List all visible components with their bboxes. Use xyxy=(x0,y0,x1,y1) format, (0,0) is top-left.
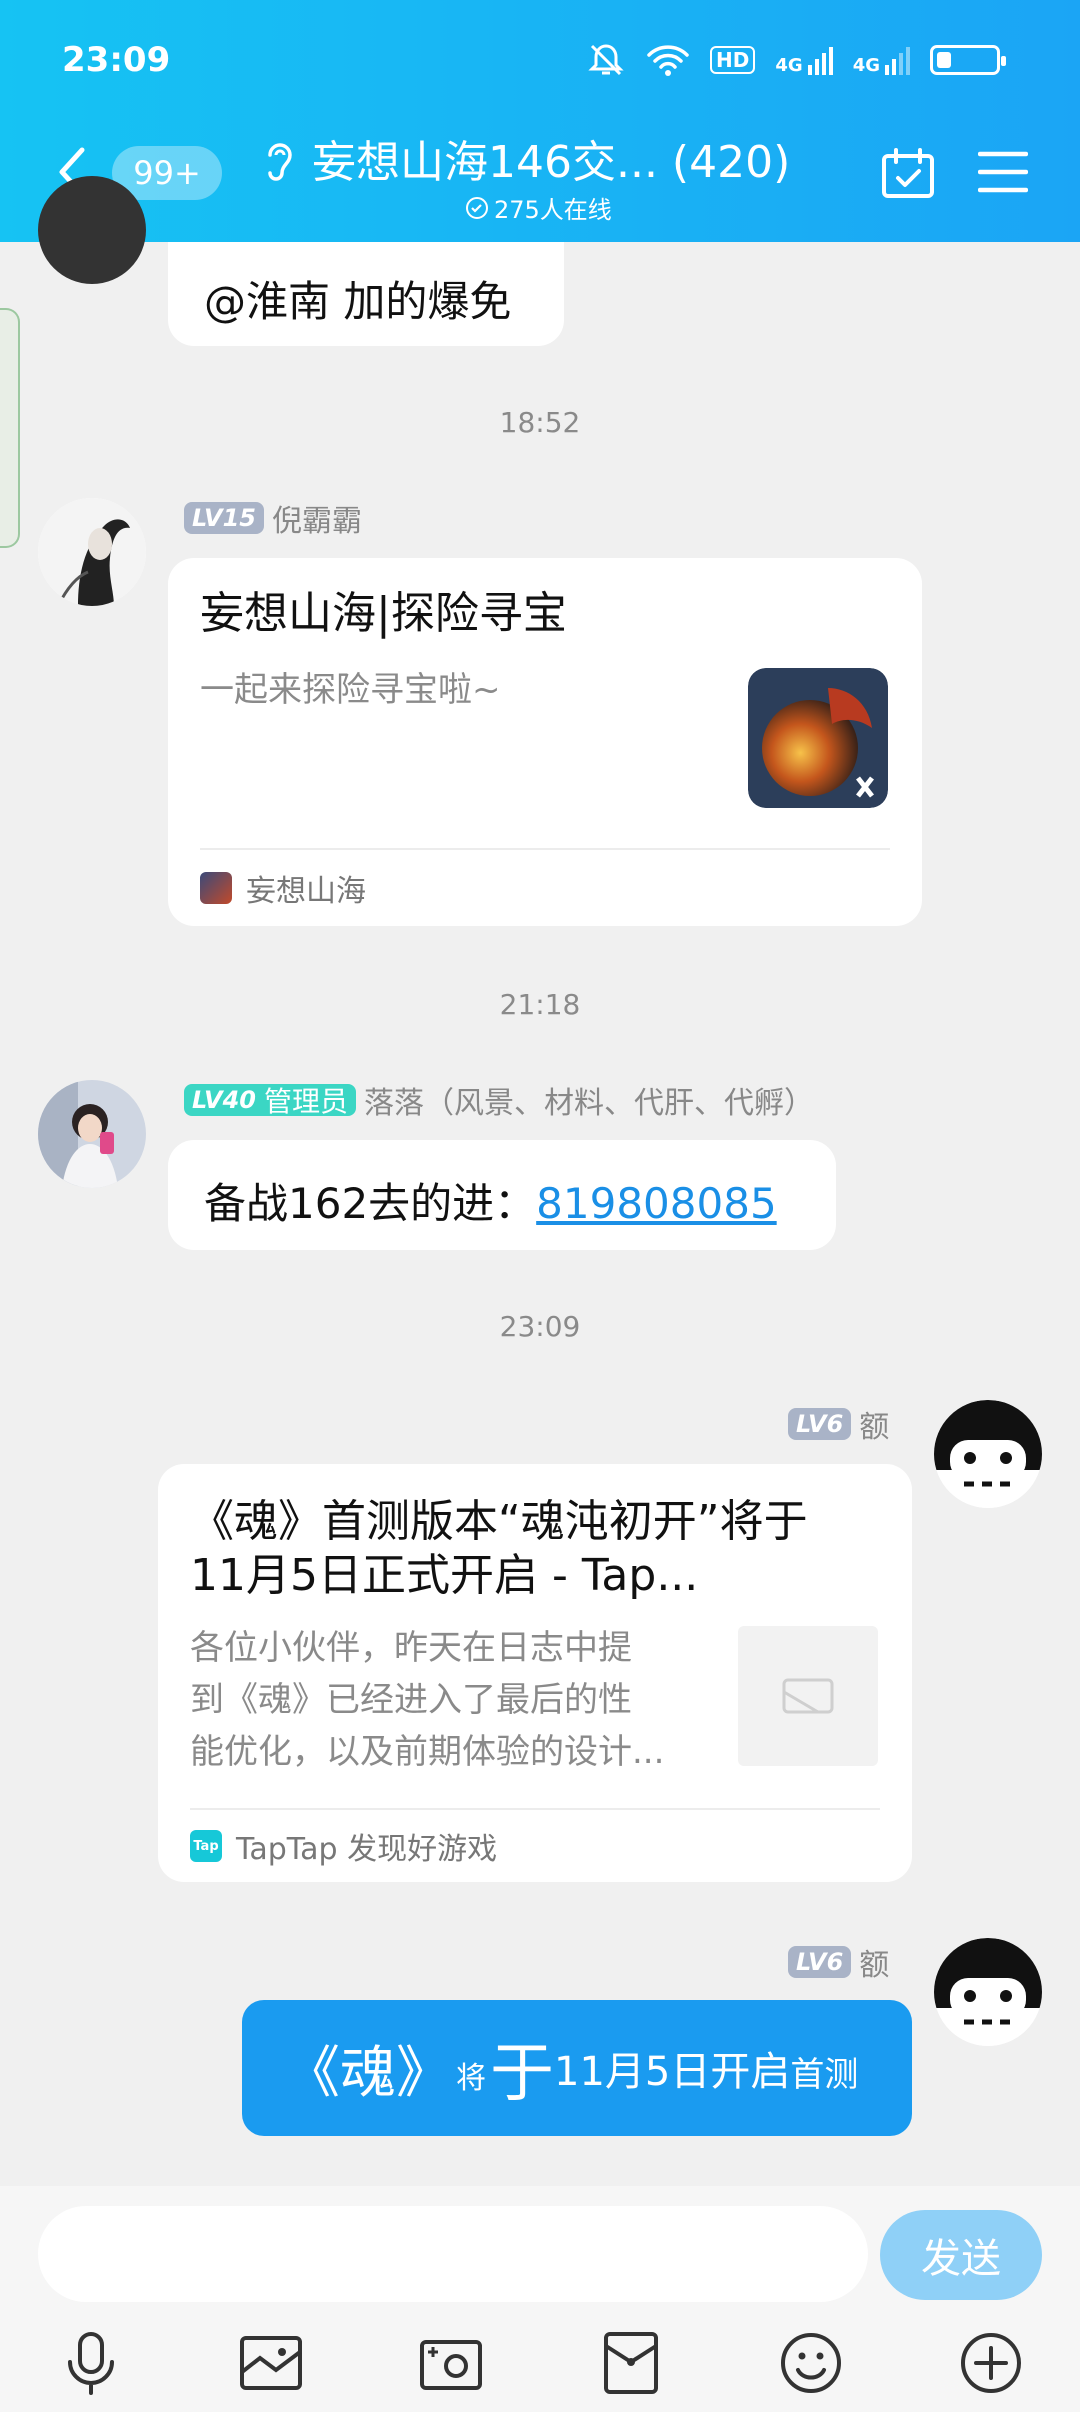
battery-icon xyxy=(930,45,1006,75)
online-count-label: 275人在线 xyxy=(494,196,612,224)
status-time: 23:09 xyxy=(62,40,171,80)
taptap-icon: Tap xyxy=(190,1830,222,1862)
self-avatar[interactable] xyxy=(934,1400,1042,1508)
camera-icon[interactable] xyxy=(416,2328,486,2398)
card-description-line-3: 能优化，以及前期体验的设计... xyxy=(190,1732,665,1772)
status-icons: HD 4G 4G xyxy=(586,42,1006,78)
battery-level xyxy=(937,52,951,68)
self-message-bubble[interactable]: 《魂》 将 于 11月5日开启 首测 xyxy=(242,2000,912,2136)
card-divider xyxy=(200,848,890,850)
level-badge: LV40 xyxy=(184,1084,264,1116)
card-description: 一起来探险寻宝啦~ xyxy=(200,670,501,710)
message-input[interactable] xyxy=(38,2206,868,2302)
calendar-check-icon[interactable] xyxy=(880,148,936,200)
sender-info: LV40 管理员 落落（风景、材料、代肝、代孵） xyxy=(184,1078,814,1122)
share-card[interactable]: 妄想山海|探险寻宝 一起来探险寻宝啦~ 妄想山海 xyxy=(168,558,922,926)
red-packet-icon[interactable] xyxy=(596,2328,666,2398)
online-count[interactable]: 275人在线 xyxy=(466,190,612,225)
mic-icon[interactable] xyxy=(56,2328,126,2398)
sender-info: LV6 额 xyxy=(788,1940,889,1984)
text-part-2: 将 xyxy=(456,2061,486,2096)
card-source: Tap TapTap 发现好游戏 xyxy=(190,1824,497,1868)
group-number-link[interactable]: 819808085 xyxy=(536,1179,777,1228)
text-part-5: 首测 xyxy=(790,2054,859,2095)
robot-avatar-icon xyxy=(934,1400,1042,1508)
ear-icon[interactable] xyxy=(258,135,298,185)
signal-2: 4G xyxy=(853,45,910,75)
timestamp: 21:18 xyxy=(499,988,581,1021)
card-thumbnail-placeholder xyxy=(738,1626,878,1766)
message-text: 备战162去的进：819808085 xyxy=(204,1170,777,1231)
chat-header: 23:09 HD 4G 4G 99+ 妄想山海146交... (420) 275… xyxy=(0,0,1080,242)
signal-bars-weak-icon xyxy=(885,47,910,75)
message-body: 备战162去的进： xyxy=(204,1179,537,1228)
mute-bell-icon xyxy=(588,44,624,76)
group-title[interactable]: 妄想山海146交... (420) xyxy=(312,126,790,190)
network-type-1: 4G xyxy=(775,55,803,76)
sender-info: LV6 额 xyxy=(788,1402,889,1446)
text-part-4: 11月5日开启 xyxy=(554,2049,791,2095)
signal-1: 4G xyxy=(775,45,833,76)
card-description-line-1: 各位小伙伴，昨天在日志中提 xyxy=(190,1628,632,1668)
level-role-badge: LV40 管理员 xyxy=(184,1084,356,1118)
timestamp: 18:52 xyxy=(499,406,581,439)
sender-name[interactable]: 额 xyxy=(859,1940,889,1984)
timestamp: 23:09 xyxy=(499,1310,581,1343)
message-bubble[interactable]: 备战162去的进：819808085 xyxy=(168,1140,836,1250)
card-title-line-1: 《魂》首测版本“魂沌初开”将于 xyxy=(190,1496,808,1547)
sender-name[interactable]: 落落（风景、材料、代肝、代孵） xyxy=(364,1078,814,1122)
avatar[interactable] xyxy=(38,498,146,606)
text-part-1: 《魂》 xyxy=(284,2040,452,2106)
card-description-line-2: 到《魂》已经进入了最后的性 xyxy=(190,1680,632,1720)
card-thumbnail xyxy=(748,668,888,808)
robot-avatar-icon xyxy=(934,1938,1042,2046)
message-text: @淮南 加的爆免 xyxy=(204,277,512,326)
wifi-icon xyxy=(647,45,689,76)
send-button[interactable]: 发送 xyxy=(880,2210,1042,2300)
avatar[interactable] xyxy=(38,1080,146,1188)
share-card[interactable]: 《魂》首测版本“魂沌初开”将于 11月5日正式开启 - Tap... 各位小伙伴… xyxy=(158,1464,912,1882)
self-avatar[interactable] xyxy=(934,1938,1042,2046)
text-part-3: 于 xyxy=(490,2037,554,2111)
card-source: 妄想山海 xyxy=(200,866,366,910)
signal-bars-icon xyxy=(807,47,833,75)
level-badge: LV15 xyxy=(184,502,264,534)
level-badge: LV6 xyxy=(788,1946,852,1978)
network-type-2: 4G xyxy=(852,55,880,76)
app-icon xyxy=(200,872,232,904)
plus-icon[interactable] xyxy=(956,2328,1026,2398)
self-message-text: 《魂》 将 于 11月5日开启 首测 xyxy=(284,2000,858,2136)
avatar-image xyxy=(38,498,146,606)
hd-badge: HD xyxy=(710,46,756,74)
image-placeholder-icon xyxy=(782,1678,834,1714)
avatar[interactable] xyxy=(38,176,146,284)
emoji-icon[interactable] xyxy=(776,2328,846,2398)
menu-icon[interactable] xyxy=(978,150,1028,194)
card-divider xyxy=(190,1808,880,1810)
sender-name[interactable]: 额 xyxy=(859,1402,889,1446)
sender-name[interactable]: 倪霸霸 xyxy=(272,496,362,540)
message-bubble[interactable]: @淮南 加的爆免 xyxy=(168,242,564,346)
avatar-image xyxy=(38,1080,146,1188)
image-icon[interactable] xyxy=(236,2328,306,2398)
online-check-icon xyxy=(466,196,488,219)
card-source-label: TapTap 发现好游戏 xyxy=(236,1832,498,1867)
card-title: 妄想山海|探险寻宝 xyxy=(200,588,567,639)
card-source-label: 妄想山海 xyxy=(246,874,366,909)
level-badge: LV6 xyxy=(788,1408,852,1440)
admin-badge: 管理员 xyxy=(255,1084,356,1118)
card-title-line-2: 11月5日正式开启 - Tap... xyxy=(190,1550,699,1601)
sender-info: LV15 倪霸霸 xyxy=(184,496,362,540)
